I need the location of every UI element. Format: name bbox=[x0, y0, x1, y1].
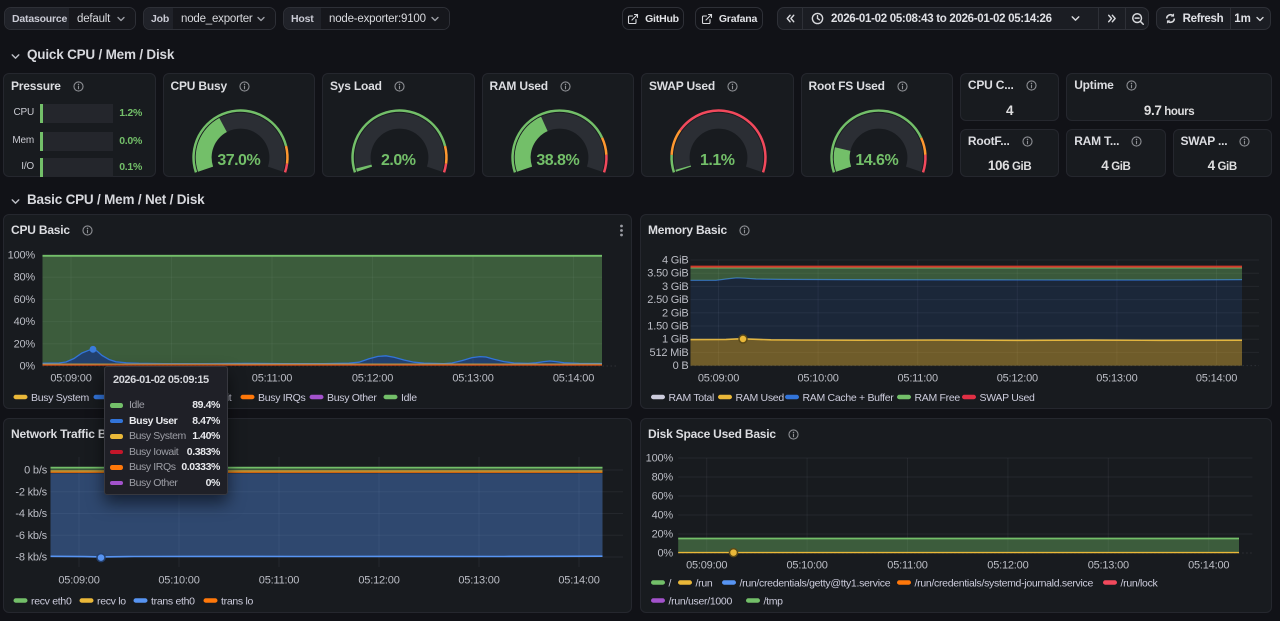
svg-text:05:13:00: 05:13:00 bbox=[452, 373, 493, 385]
svg-text:05:12:00: 05:12:00 bbox=[358, 574, 399, 586]
svg-text:05:11:00: 05:11:00 bbox=[897, 373, 937, 385]
svg-text:05:12:00: 05:12:00 bbox=[352, 373, 393, 385]
svg-text:RAM Cache + Buffer: RAM Cache + Buffer bbox=[803, 392, 895, 404]
svg-text:SWAP Used: SWAP Used bbox=[980, 392, 1036, 404]
svg-text:-6 kb/s: -6 kb/s bbox=[15, 529, 47, 541]
svg-text:trans lo: trans lo bbox=[221, 595, 253, 607]
svg-text:05:10:00: 05:10:00 bbox=[786, 559, 827, 571]
svg-text:20%: 20% bbox=[652, 528, 674, 540]
svg-text:05:13:00: 05:13:00 bbox=[1096, 373, 1137, 385]
svg-text:Busy IRQs: Busy IRQs bbox=[258, 392, 306, 404]
svg-text:/run: /run bbox=[696, 577, 713, 589]
svg-text:3 GiB: 3 GiB bbox=[662, 281, 689, 293]
svg-text:RAM Free: RAM Free bbox=[915, 392, 961, 404]
svg-text:/run/lock: /run/lock bbox=[1121, 577, 1159, 589]
svg-text:2.50 GiB: 2.50 GiB bbox=[647, 294, 688, 306]
svg-text:RAM Total: RAM Total bbox=[669, 392, 715, 404]
svg-text:05:11:00: 05:11:00 bbox=[887, 559, 927, 571]
svg-text:20%: 20% bbox=[14, 338, 36, 350]
svg-text:/: / bbox=[669, 577, 672, 589]
svg-text:05:11:00: 05:11:00 bbox=[252, 373, 292, 385]
svg-text:05:11:00: 05:11:00 bbox=[259, 574, 299, 586]
svg-text:/run/credentials/systemd-journ: /run/credentials/systemd-journald.servic… bbox=[915, 577, 1094, 589]
svg-text:/run/user/1000: /run/user/1000 bbox=[669, 595, 733, 607]
svg-text:05:09:00: 05:09:00 bbox=[698, 373, 739, 385]
svg-text:05:09:00: 05:09:00 bbox=[686, 559, 727, 571]
svg-text:1.50 GiB: 1.50 GiB bbox=[647, 321, 688, 333]
svg-text:3.50 GiB: 3.50 GiB bbox=[647, 268, 688, 280]
svg-text:Idle: Idle bbox=[401, 392, 417, 404]
svg-text:/run/credentials/getty@tty1.se: /run/credentials/getty@tty1.service bbox=[740, 577, 891, 589]
svg-text:recv lo: recv lo bbox=[97, 595, 126, 607]
svg-text:/tmp: /tmp bbox=[764, 595, 784, 607]
svg-text:05:10:00: 05:10:00 bbox=[797, 373, 838, 385]
svg-text:trans eth0: trans eth0 bbox=[151, 595, 195, 607]
svg-text:80%: 80% bbox=[14, 272, 36, 284]
svg-text:0%: 0% bbox=[20, 361, 36, 373]
svg-text:0 B: 0 B bbox=[673, 360, 689, 372]
svg-text:4 GiB: 4 GiB bbox=[662, 255, 689, 267]
svg-text:05:14:00: 05:14:00 bbox=[1188, 559, 1229, 571]
svg-text:05:14:00: 05:14:00 bbox=[1196, 373, 1237, 385]
svg-text:0 b/s: 0 b/s bbox=[24, 464, 48, 476]
svg-text:Busy Other: Busy Other bbox=[327, 392, 377, 404]
svg-text:05:09:00: 05:09:00 bbox=[50, 373, 91, 385]
svg-text:100%: 100% bbox=[646, 452, 674, 464]
svg-text:80%: 80% bbox=[652, 471, 674, 483]
svg-text:512 MiB: 512 MiB bbox=[650, 347, 689, 359]
svg-text:recv eth0: recv eth0 bbox=[31, 595, 72, 607]
svg-text:100%: 100% bbox=[8, 250, 36, 262]
svg-text:40%: 40% bbox=[14, 316, 36, 328]
svg-text:-4 kb/s: -4 kb/s bbox=[15, 508, 47, 520]
svg-text:1 GiB: 1 GiB bbox=[662, 334, 689, 346]
svg-text:05:13:00: 05:13:00 bbox=[458, 574, 499, 586]
svg-text:05:13:00: 05:13:00 bbox=[1088, 559, 1129, 571]
svg-text:2 GiB: 2 GiB bbox=[662, 307, 689, 319]
svg-text:60%: 60% bbox=[14, 294, 36, 306]
svg-text:0%: 0% bbox=[658, 547, 674, 559]
svg-text:60%: 60% bbox=[652, 490, 674, 502]
svg-text:05:10:00: 05:10:00 bbox=[158, 574, 199, 586]
svg-text:05:12:00: 05:12:00 bbox=[997, 373, 1038, 385]
svg-text:RAM Used: RAM Used bbox=[736, 392, 785, 404]
svg-text:40%: 40% bbox=[652, 509, 674, 521]
svg-text:05:14:00: 05:14:00 bbox=[558, 574, 599, 586]
svg-text:-2 kb/s: -2 kb/s bbox=[15, 486, 47, 498]
svg-text:05:09:00: 05:09:00 bbox=[58, 574, 99, 586]
svg-text:05:14:00: 05:14:00 bbox=[553, 373, 594, 385]
svg-text:05:12:00: 05:12:00 bbox=[987, 559, 1028, 571]
svg-text:-8 kb/s: -8 kb/s bbox=[15, 551, 47, 563]
svg-text:Busy System: Busy System bbox=[31, 392, 90, 404]
